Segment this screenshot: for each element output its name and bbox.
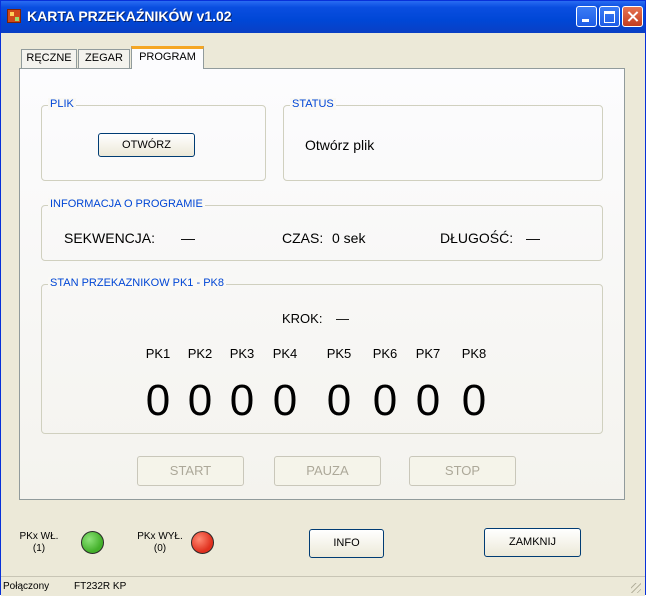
time-label: CZAS: (282, 230, 324, 246)
device-name: FT232R KP (74, 581, 127, 592)
relay-state-pk5: 0 (326, 376, 352, 425)
close-app-button[interactable]: ZAMKNIJ (484, 528, 581, 557)
relay-label-pk4: PK4 (272, 346, 298, 361)
maximize-button[interactable] (599, 6, 620, 27)
open-file-button[interactable]: OTWÓRZ (98, 133, 195, 157)
relay-label-pk2: PK2 (187, 346, 213, 361)
file-group-label: PLIK (48, 98, 76, 110)
legend-off-value: (0) (153, 543, 167, 554)
legend-on-value: (1) (32, 543, 46, 554)
app-window: KARTA PRZEKAŹNIKÓW v1.02 RĘCZNE ZEGAR PR… (0, 0, 646, 596)
relay-state-pk1: 0 (145, 376, 171, 425)
resize-grip[interactable] (631, 583, 641, 593)
sequence-label: SEKWENCJA: (64, 230, 156, 246)
length-label: DŁUGOŚĆ: (440, 230, 514, 246)
sequence-value: — (181, 230, 195, 246)
length-value: — (526, 230, 540, 246)
relay-label-pk3: PK3 (229, 346, 255, 361)
relay-state-group-label: STAN PRZEKAZNIKOW PK1 - PK8 (48, 277, 226, 289)
close-window-button[interactable] (622, 6, 643, 27)
legend-off-label: PKx WYŁ. (137, 531, 183, 542)
relay-state-pk6: 0 (372, 376, 398, 425)
relay-state-pk8: 0 (461, 376, 487, 425)
relay-label-pk5: PK5 (326, 346, 352, 361)
stop-button[interactable]: STOP (409, 456, 516, 486)
status-group-label: STATUS (290, 98, 336, 110)
minimize-button[interactable] (576, 6, 597, 27)
tab-program[interactable]: PROGRAM (131, 46, 204, 69)
program-info-group-label: INFORMACJA O PROGRAMIE (48, 198, 205, 210)
relay-state-pk4: 0 (272, 376, 298, 425)
led-on-indicator (81, 531, 104, 554)
status-bar: Połączony FT232R KP (1, 576, 645, 596)
start-button[interactable]: START (137, 456, 244, 486)
relay-label-pk7: PK7 (415, 346, 441, 361)
pause-button[interactable]: PAUZA (274, 456, 381, 486)
relay-state-pk3: 0 (229, 376, 255, 425)
relay-state-pk7: 0 (415, 376, 441, 425)
info-button[interactable]: INFO (309, 529, 384, 558)
title-bar[interactable]: KARTA PRZEKAŹNIKÓW v1.02 (1, 1, 645, 33)
connection-status: Połączony (3, 581, 50, 592)
tab-zegar[interactable]: ZEGAR (78, 49, 130, 68)
step-value: — (336, 311, 349, 326)
step-label: KROK: (282, 311, 323, 326)
time-value: 0 sek (332, 230, 366, 246)
app-icon[interactable] (7, 9, 21, 23)
relay-state-pk2: 0 (187, 376, 213, 425)
led-off-indicator (191, 531, 214, 554)
relay-label-pk8: PK8 (461, 346, 487, 361)
legend-on-label: PKx WŁ. (19, 531, 59, 542)
relay-label-pk1: PK1 (145, 346, 171, 361)
tab-reczne[interactable]: RĘCZNE (21, 49, 77, 68)
relay-label-pk6: PK6 (372, 346, 398, 361)
status-text: Otwórz plik (305, 137, 375, 153)
window-title: KARTA PRZEKAŹNIKÓW v1.02 (27, 8, 232, 24)
